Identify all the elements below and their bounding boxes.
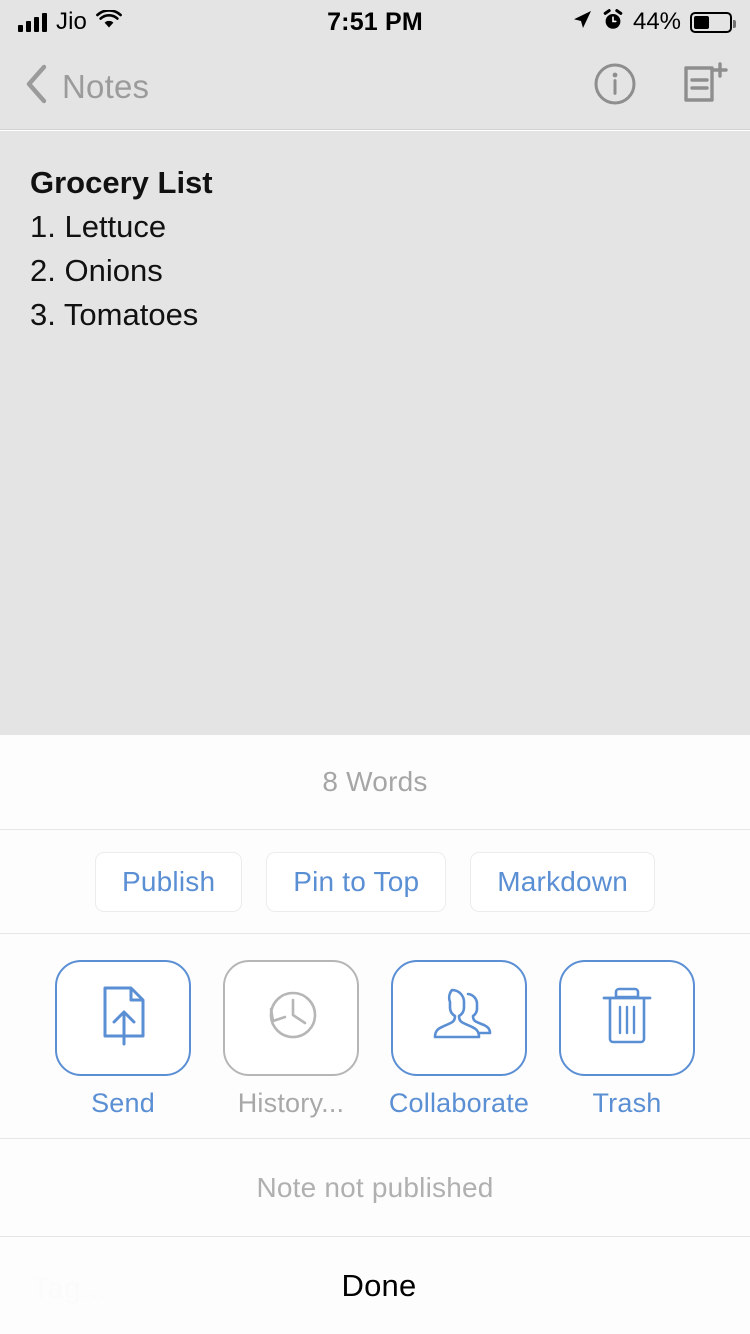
back-button-label: Notes <box>62 67 150 105</box>
trash-tile-label: Trash <box>592 1087 662 1118</box>
location-arrow-icon <box>571 9 593 36</box>
word-count-label: 8 Words <box>322 766 428 797</box>
note-content-area[interactable]: Grocery List 1. Lettuce 2. Onions 3. Tom… <box>0 131 750 735</box>
two-people-icon <box>424 984 494 1051</box>
status-bar-left: Jio <box>18 8 327 36</box>
carrier-label: Jio <box>56 8 87 35</box>
collaborate-tile-label: Collaborate <box>388 1087 530 1118</box>
done-button-label: Done <box>341 1267 417 1303</box>
note-line: 1. Lettuce <box>30 209 167 245</box>
publish-button[interactable]: Publish <box>94 851 243 912</box>
pin-to-top-button[interactable]: Pin to Top <box>266 851 447 912</box>
status-bar-center: 7:51 PM <box>327 8 423 37</box>
trash-can-icon <box>598 981 656 1054</box>
trash-tile-box <box>559 959 695 1076</box>
battery-percent-label: 44% <box>632 8 682 35</box>
collaborate-tile-box <box>391 959 527 1076</box>
history-tile-label: History... <box>237 1087 345 1118</box>
navigation-actions <box>592 60 728 113</box>
history-tile[interactable]: History... <box>223 959 359 1119</box>
status-bar-right: 44% <box>423 8 737 36</box>
publish-status-label: Note not published <box>256 1171 494 1203</box>
history-tile-box <box>223 959 359 1076</box>
navigation-bar: Notes <box>0 44 750 130</box>
markdown-button[interactable]: Markdown <box>470 851 656 912</box>
send-tile[interactable]: Send <box>55 959 191 1119</box>
notes-app-screen: Jio 7:51 PM 44% Notes Grocery List 1. Le… <box>0 0 750 1334</box>
alarm-clock-icon <box>602 8 624 36</box>
collaborate-tile[interactable]: Collaborate <box>388 959 530 1119</box>
tag-placeholder: Tag... <box>32 1272 107 1305</box>
note-line: 2. Onions <box>30 253 163 289</box>
word-count-row: 8 Words <box>0 735 750 830</box>
send-tile-box <box>55 959 191 1076</box>
document-upload-icon <box>93 982 153 1053</box>
action-tiles-row: Send History... Collaborate Trash <box>0 934 750 1139</box>
done-row[interactable]: Done Tag... <box>0 1237 750 1334</box>
clock-rewind-icon <box>259 983 323 1052</box>
send-tile-label: Send <box>91 1087 155 1118</box>
note-line: 3. Tomatoes <box>30 297 199 333</box>
battery-icon <box>690 11 737 33</box>
trash-tile[interactable]: Trash <box>559 959 695 1119</box>
signal-bars-icon <box>18 12 47 32</box>
note-title: Grocery List <box>30 165 213 200</box>
info-circle-icon[interactable] <box>592 61 638 112</box>
new-note-icon[interactable] <box>680 60 728 113</box>
chevron-left-icon <box>24 63 50 110</box>
pill-buttons-row: Publish Pin to Top Markdown <box>0 830 750 934</box>
back-to-notes-button[interactable]: Notes <box>24 63 592 110</box>
publish-status-row: Note not published <box>0 1139 750 1237</box>
status-bar: Jio 7:51 PM 44% <box>0 0 750 44</box>
note-actions-sheet: 8 Words Publish Pin to Top Markdown Send… <box>0 735 750 1334</box>
clock-time: 7:51 PM <box>327 7 423 36</box>
wifi-icon <box>96 8 122 35</box>
